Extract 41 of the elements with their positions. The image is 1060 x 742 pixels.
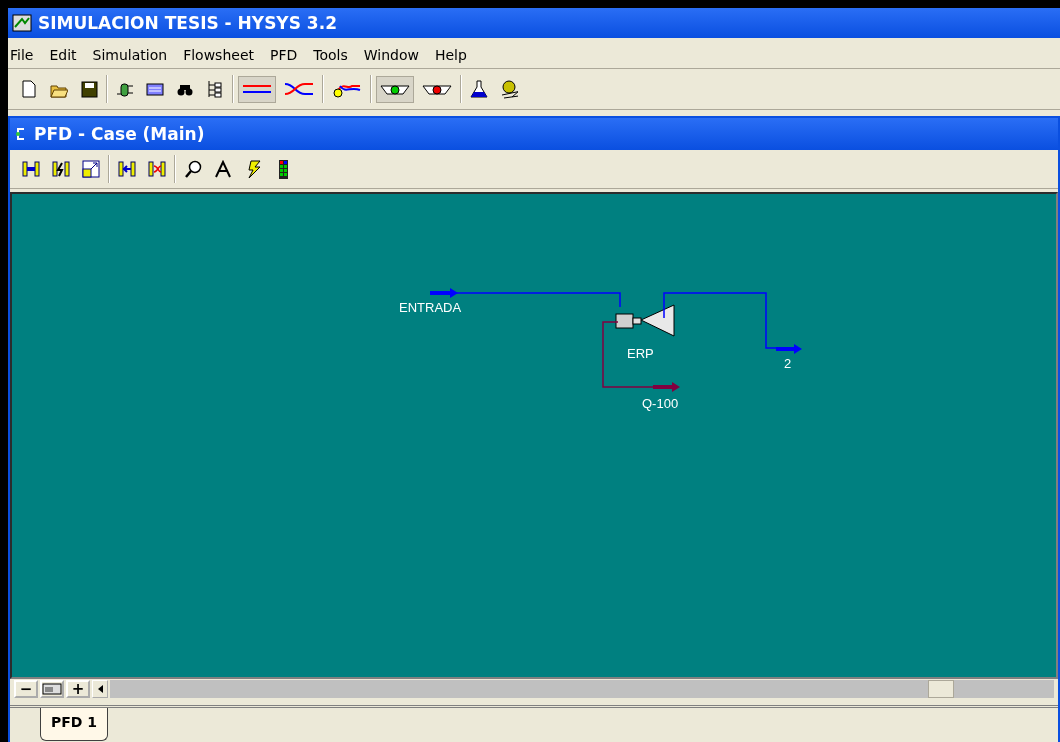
menu-item[interactable]: Edit bbox=[47, 47, 85, 63]
h-beam-swap-icon bbox=[148, 159, 166, 179]
h-beam-icon bbox=[22, 159, 40, 179]
scrollbar-thumb[interactable] bbox=[928, 680, 954, 698]
menu-item[interactable]: Simulation bbox=[90, 47, 176, 63]
zoom-out-button[interactable]: − bbox=[14, 680, 38, 698]
stream-line[interactable] bbox=[602, 321, 680, 392]
menu-item[interactable]: File bbox=[8, 47, 42, 63]
scroll-left-button[interactable] bbox=[92, 680, 108, 698]
menu-item[interactable]: PFD bbox=[268, 47, 306, 63]
stream-label[interactable]: Q-100 bbox=[642, 396, 679, 411]
h-beam-arrow-icon bbox=[118, 159, 136, 179]
expander-drawing[interactable] bbox=[615, 304, 675, 337]
new-file-icon bbox=[20, 79, 38, 99]
horizontal-scrollbar[interactable] bbox=[110, 680, 1054, 698]
menu-item[interactable]: Window bbox=[361, 47, 427, 63]
h-beam-lightning-icon bbox=[52, 159, 70, 179]
stream-line[interactable] bbox=[663, 292, 802, 354]
menu-item[interactable]: Flowsheet bbox=[181, 47, 262, 63]
flask-icon bbox=[470, 79, 488, 99]
stream-label[interactable]: 2 bbox=[784, 356, 792, 371]
toolbar-button[interactable] bbox=[238, 75, 276, 103]
text-tool-icon bbox=[214, 159, 232, 179]
tab[interactable]: PFD 1 bbox=[40, 708, 109, 741]
save-icon bbox=[80, 79, 98, 99]
zoom-fit-button[interactable] bbox=[40, 680, 64, 698]
toolbar-button[interactable] bbox=[376, 75, 414, 103]
app-icon bbox=[12, 13, 32, 33]
resize-icon bbox=[82, 159, 100, 179]
tree-icon bbox=[206, 79, 224, 99]
pfd-title: PFD - Case (Main) bbox=[34, 124, 205, 144]
window-title: SIMULACION TESIS - HYSYS 3.2 bbox=[38, 13, 337, 33]
window-icon bbox=[42, 683, 62, 695]
menu-item[interactable]: Tools bbox=[311, 47, 356, 63]
flowsheet-canvas[interactable]: ENTRADA ERP 2 Q-100 bbox=[10, 192, 1058, 679]
zoom-icon bbox=[184, 159, 202, 179]
menu-item[interactable]: Help bbox=[432, 47, 475, 63]
stream-label[interactable]: ENTRADA bbox=[399, 300, 462, 315]
left-arrow-icon bbox=[97, 685, 103, 693]
unit-label[interactable]: ERP bbox=[627, 346, 654, 361]
zoom-in-button[interactable]: + bbox=[66, 680, 90, 698]
